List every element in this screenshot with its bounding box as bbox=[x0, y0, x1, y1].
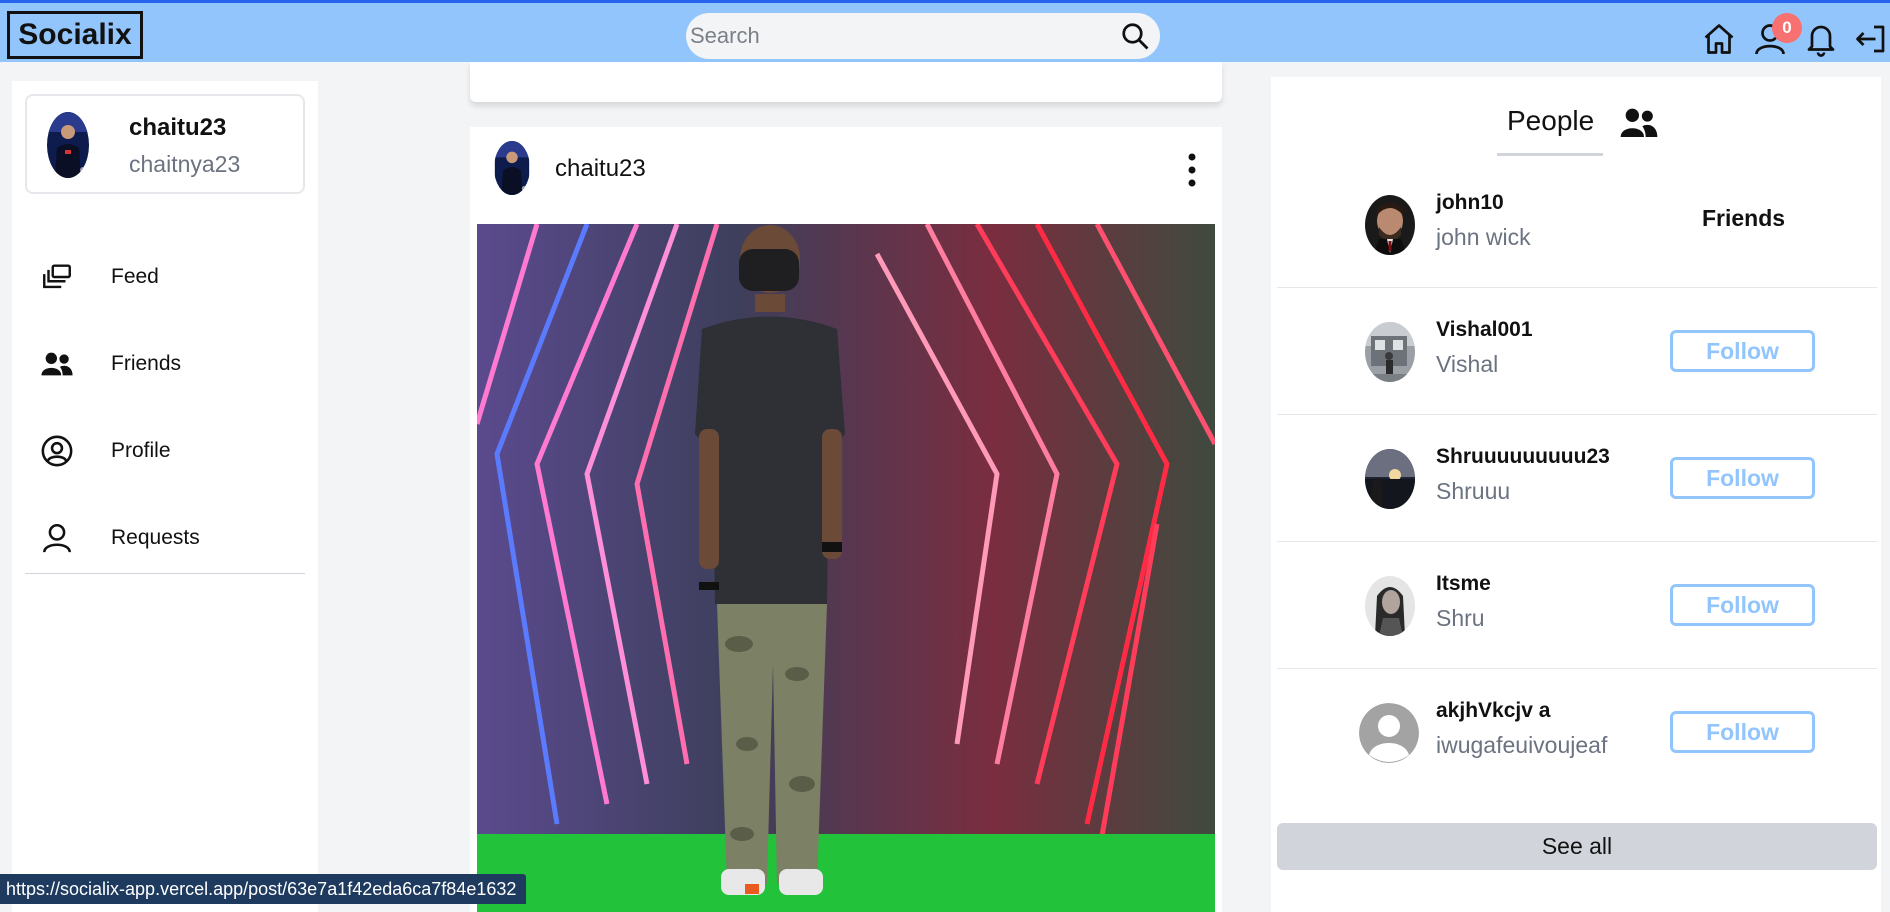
people-row: Itsme Shru Follow bbox=[1277, 542, 1877, 669]
post-author[interactable]: chaitu23 bbox=[555, 155, 646, 183]
people-name: Shruuu bbox=[1436, 478, 1511, 504]
follow-button[interactable]: Follow bbox=[1670, 711, 1815, 753]
friends-icon bbox=[41, 352, 73, 376]
avatar[interactable] bbox=[1365, 195, 1415, 255]
people-username[interactable]: john10 bbox=[1436, 191, 1504, 215]
people-row: john10 john wick Friends bbox=[1277, 161, 1877, 288]
follow-button[interactable]: Follow bbox=[1670, 457, 1815, 499]
sidebar-item-label: Requests bbox=[111, 526, 200, 549]
bell-icon[interactable] bbox=[1803, 21, 1839, 57]
tab-underline bbox=[1497, 153, 1603, 156]
avatar[interactable] bbox=[494, 141, 530, 195]
tab-people[interactable]: People bbox=[1507, 105, 1594, 137]
sidebar-divider bbox=[25, 573, 305, 574]
requests-icon bbox=[42, 523, 72, 553]
people-username[interactable]: Itsme bbox=[1436, 572, 1491, 596]
home-icon[interactable] bbox=[1701, 21, 1737, 57]
app-logo[interactable]: Socialix bbox=[7, 11, 143, 59]
search-input[interactable] bbox=[686, 13, 1106, 59]
sidebar-item-feed[interactable]: Feed bbox=[40, 257, 300, 297]
people-name: iwugafeuivoujeaf bbox=[1436, 732, 1608, 758]
avatar[interactable] bbox=[47, 112, 89, 178]
search-icon[interactable] bbox=[1120, 21, 1150, 51]
people-group-icon[interactable] bbox=[1619, 105, 1659, 139]
people-username[interactable]: Shruuuuuuuuu23 bbox=[1436, 445, 1610, 469]
sidebar-item-friends[interactable]: Friends bbox=[40, 344, 300, 384]
sidebar-item-label: Friends bbox=[111, 352, 182, 375]
people-row: Shruuuuuuuuu23 Shruuu Follow bbox=[1277, 415, 1877, 542]
sidebar-item-label: Profile bbox=[111, 439, 171, 462]
user-profile-card[interactable]: chaitu23 chaitnya23 bbox=[25, 94, 305, 194]
link-preview-status: https://socialix-app.vercel.app/post/63e… bbox=[0, 874, 527, 904]
friends-status-label: Friends bbox=[1702, 205, 1786, 231]
default-avatar-icon[interactable] bbox=[1359, 703, 1419, 763]
search-bar bbox=[686, 13, 1160, 59]
previous-post-card bbox=[470, 62, 1222, 102]
feed-icon bbox=[43, 264, 71, 289]
people-username[interactable]: akjhVkcjv a bbox=[1436, 699, 1550, 723]
people-name: Vishal bbox=[1436, 351, 1499, 377]
people-row: akjhVkcjv a iwugafeuivoujeaf Follow bbox=[1277, 669, 1877, 796]
notification-count-badge: 0 bbox=[1772, 13, 1802, 43]
sidebar-user-handle: chaitnya23 bbox=[129, 151, 241, 177]
sidebar-username: chaitu23 bbox=[129, 114, 227, 141]
see-all-button[interactable]: See all bbox=[1277, 823, 1877, 870]
people-panel: People john10 john wick Friends Vishal00… bbox=[1271, 77, 1881, 912]
left-sidebar: chaitu23 chaitnya23 Feed Friends Profile… bbox=[12, 81, 318, 912]
avatar[interactable] bbox=[1365, 449, 1415, 509]
sidebar-item-requests[interactable]: Requests bbox=[40, 518, 300, 558]
more-options-icon[interactable] bbox=[1185, 152, 1199, 188]
people-row: Vishal001 Vishal Follow bbox=[1277, 288, 1877, 415]
people-username[interactable]: Vishal001 bbox=[1436, 318, 1533, 342]
sidebar-item-profile[interactable]: Profile bbox=[40, 431, 300, 471]
logout-icon[interactable] bbox=[1853, 21, 1889, 57]
post-card: chaitu23 bbox=[470, 127, 1222, 912]
follow-button[interactable]: Follow bbox=[1670, 330, 1815, 372]
avatar[interactable] bbox=[1365, 322, 1415, 382]
people-name: john wick bbox=[1436, 224, 1531, 250]
people-name: Shru bbox=[1436, 605, 1485, 631]
profile-icon bbox=[41, 435, 73, 467]
sidebar-item-label: Feed bbox=[111, 265, 159, 288]
follow-button[interactable]: Follow bbox=[1670, 584, 1815, 626]
post-image[interactable] bbox=[477, 224, 1215, 912]
top-navbar: Socialix 0 bbox=[0, 0, 1890, 62]
avatar[interactable] bbox=[1365, 576, 1415, 636]
